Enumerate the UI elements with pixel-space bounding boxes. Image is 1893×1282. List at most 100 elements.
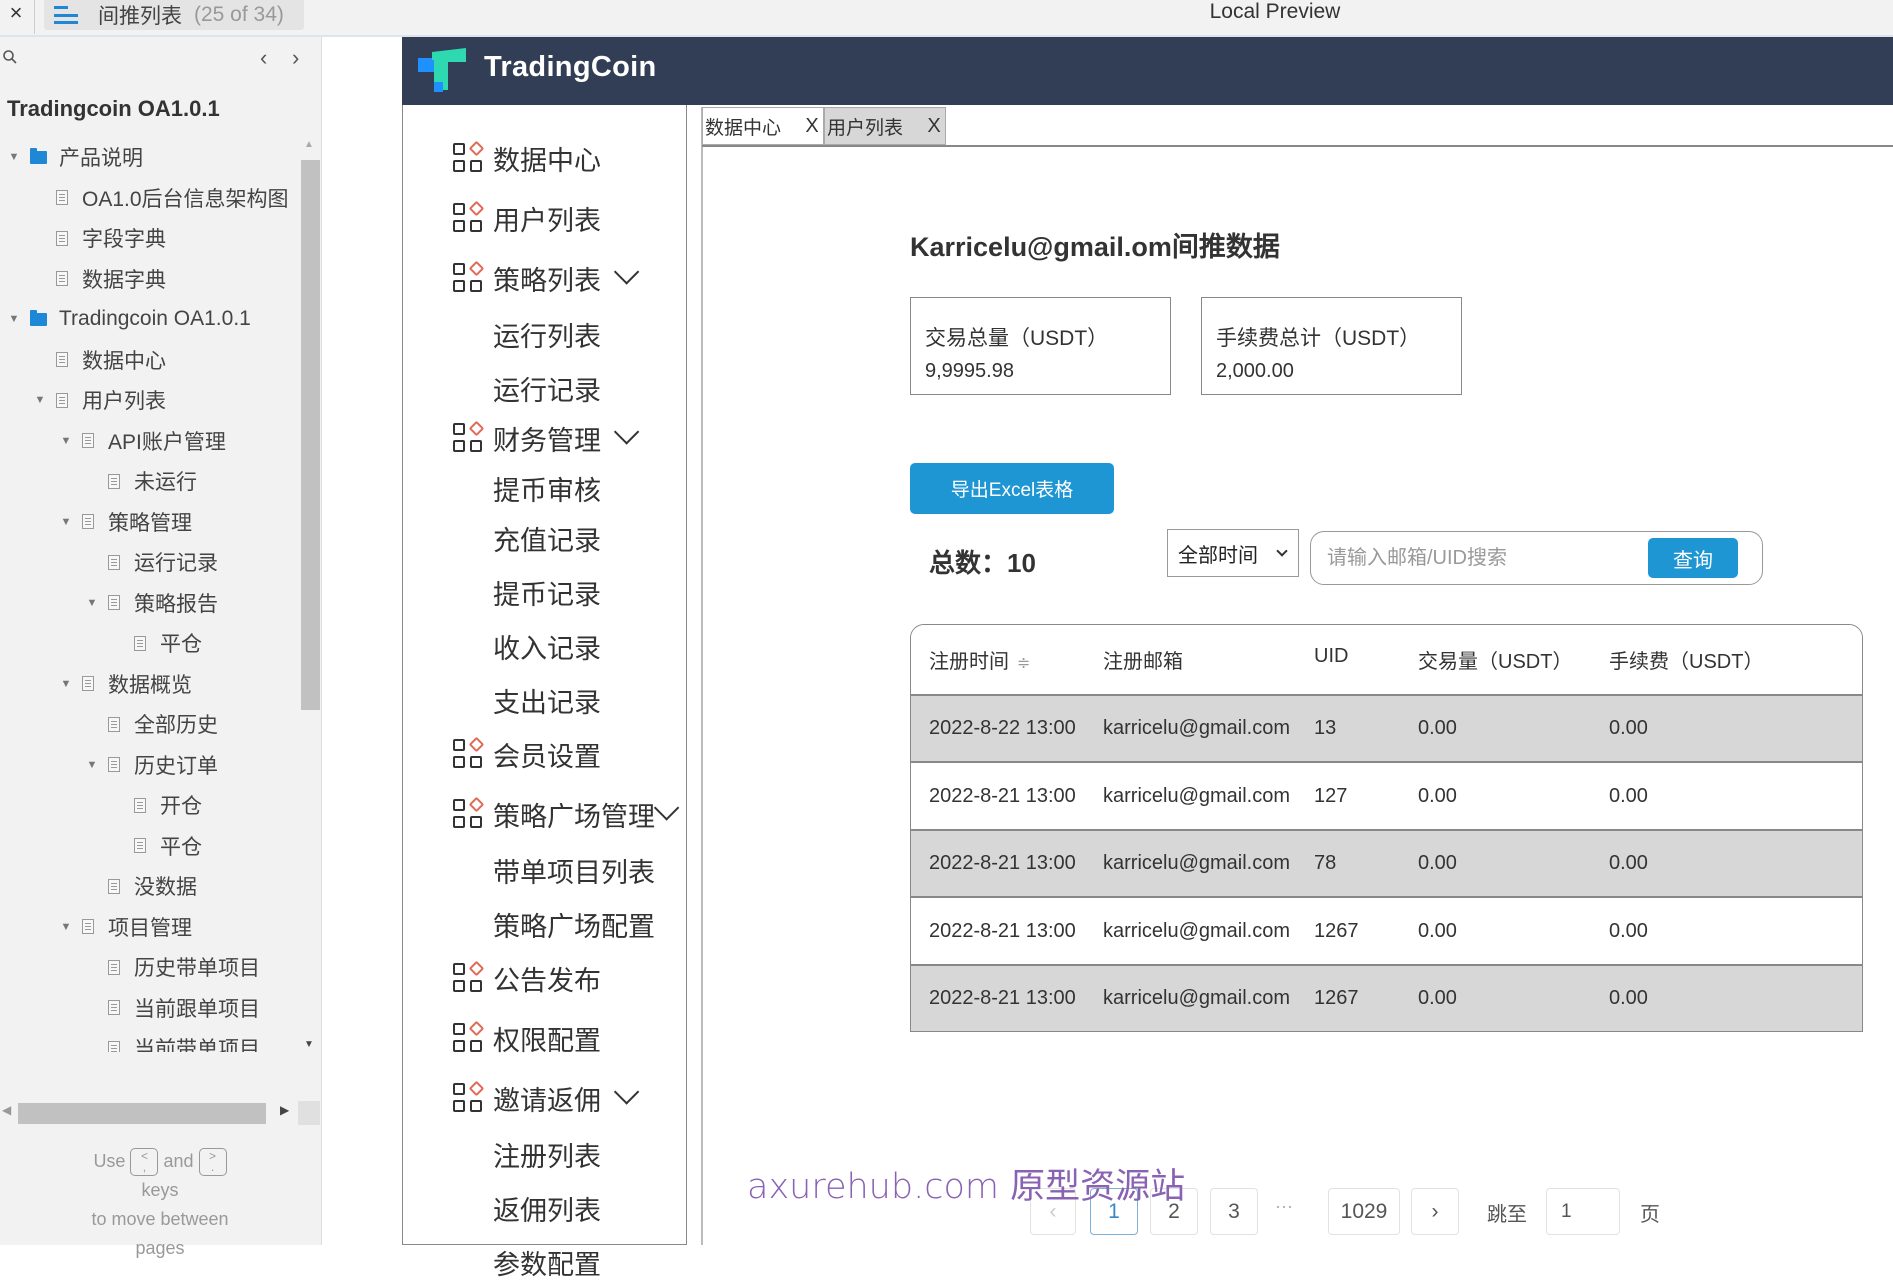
- sidebar-item[interactable]: 充值记录: [453, 519, 601, 558]
- sitemap-item[interactable]: ▼ 策略管理: [60, 502, 192, 542]
- scroll-right-icon[interactable]: ▶: [280, 1103, 289, 1117]
- tab-data-center[interactable]: 数据中心 X: [702, 107, 824, 145]
- sidebar-item[interactable]: 数据中心: [453, 139, 601, 178]
- col-register-time[interactable]: 注册时间 ≑: [929, 645, 1030, 674]
- sidebar-item[interactable]: 运行列表: [453, 315, 601, 354]
- sidebar-item[interactable]: 用户列表: [453, 199, 601, 238]
- scrollbar-corner: [298, 1101, 320, 1125]
- sitemap-item[interactable]: ▼平仓: [112, 826, 202, 866]
- sitemap-item[interactable]: ▼ 用户列表: [34, 380, 166, 420]
- sitemap-item[interactable]: ▼OA1.0后台信息架构图: [34, 178, 289, 218]
- sitemap-item[interactable]: ▼全部历史: [86, 704, 218, 744]
- stat-card-volume: 交易总量（USDT） 9,9995.98: [910, 297, 1171, 395]
- grid-icon: [453, 1080, 485, 1115]
- sitemap-item[interactable]: ▼ 策略报告: [86, 583, 218, 623]
- time-filter-select[interactable]: 全部时间: [1167, 529, 1299, 577]
- sidebar-item[interactable]: 策略列表: [453, 258, 640, 298]
- search-input[interactable]: [1327, 542, 1627, 574]
- page-3-button[interactable]: 3: [1210, 1188, 1258, 1235]
- close-tab-icon[interactable]: X: [923, 115, 945, 138]
- sidebar-item[interactable]: 公告发布: [453, 959, 601, 998]
- sidebar-item[interactable]: 运行记录: [453, 369, 601, 408]
- last-page-button[interactable]: 1029: [1328, 1188, 1400, 1235]
- page-icon: [82, 433, 94, 448]
- expand-arrow-icon[interactable]: ▼: [60, 921, 72, 933]
- expand-arrow-icon[interactable]: ▼: [60, 516, 72, 528]
- sitemap-item[interactable]: ▼数据中心: [34, 340, 166, 380]
- export-excel-button[interactable]: 导出Excel表格: [910, 463, 1114, 514]
- scrollbar-thumb[interactable]: [301, 160, 320, 710]
- chevron-down-icon[interactable]: [613, 258, 640, 285]
- sitemap-item[interactable]: ▼ 产品说明: [8, 137, 143, 177]
- sitemap-item[interactable]: ▼开仓: [112, 785, 202, 825]
- page-selector[interactable]: 间推列表 (25 of 34): [44, 0, 304, 30]
- sitemap-item[interactable]: ▼ 项目管理: [60, 907, 192, 947]
- sitemap-item[interactable]: ▼当前跟单项目: [86, 988, 260, 1028]
- sidebar-item[interactable]: 邀请返佣: [453, 1078, 640, 1118]
- chevron-down-icon[interactable]: [613, 1078, 640, 1105]
- sidebar-item[interactable]: 支出记录: [453, 681, 601, 720]
- sitemap-item[interactable]: ▼字段字典: [34, 218, 166, 258]
- jump-page-input[interactable]: [1546, 1188, 1620, 1235]
- total-count: 总数：10: [929, 548, 1036, 578]
- sitemap-item-label: OA1.0后台信息架构图: [82, 187, 289, 211]
- expand-arrow-icon[interactable]: ▼: [34, 394, 46, 406]
- sidebar-item[interactable]: 收入记录: [453, 627, 601, 666]
- sitemap-item[interactable]: ▼当前带单项目: [86, 1028, 260, 1052]
- sitemap-item[interactable]: ▼数据字典: [34, 259, 166, 299]
- table-cell: 0.00: [1418, 919, 1457, 942]
- expand-arrow-icon[interactable]: ▼: [8, 313, 20, 325]
- close-tab-icon[interactable]: X: [801, 115, 823, 138]
- page-icon: [108, 473, 120, 489]
- page-icon: [134, 635, 146, 651]
- page-icon: [134, 797, 146, 813]
- scroll-down-icon[interactable]: ▼: [304, 1039, 314, 1050]
- sitemap-item[interactable]: ▼ 数据概览: [60, 664, 192, 704]
- sitemap-item[interactable]: ▼历史带单项目: [86, 947, 260, 987]
- sitemap-item[interactable]: ▼平仓: [112, 623, 202, 663]
- next-page-icon[interactable]: ›: [292, 45, 299, 71]
- scroll-left-icon[interactable]: ◀: [2, 1103, 11, 1117]
- expand-arrow-icon[interactable]: ▼: [86, 597, 98, 609]
- sidebar-item[interactable]: 提币记录: [453, 573, 601, 612]
- sort-icon[interactable]: ≑: [1017, 653, 1030, 673]
- expand-arrow-icon[interactable]: ▼: [60, 678, 72, 690]
- sitemap-item-label: 历史带单项目: [134, 957, 260, 980]
- sidebar-item[interactable]: 返佣列表: [453, 1189, 601, 1228]
- sidebar-item[interactable]: 会员设置: [453, 735, 601, 774]
- sidebar-item[interactable]: 提币审核: [453, 469, 601, 508]
- sitemap-item[interactable]: ▼运行记录: [86, 542, 218, 582]
- chevron-down-icon: [1276, 545, 1288, 557]
- horizontal-scrollbar-thumb[interactable]: [18, 1103, 266, 1124]
- sitemap-item[interactable]: ▼ 历史订单: [86, 745, 218, 785]
- close-icon[interactable]: ×: [4, 0, 28, 30]
- expand-arrow-icon[interactable]: ▼: [60, 435, 72, 447]
- expand-arrow-icon[interactable]: ▼: [8, 151, 20, 163]
- tab-user-list[interactable]: 用户列表 X: [824, 107, 946, 145]
- sitemap-item[interactable]: ▼ Tradingcoin OA1.0.1: [8, 299, 251, 339]
- chevron-down-icon[interactable]: [613, 418, 640, 445]
- sitemap-item[interactable]: ▼没数据: [86, 866, 197, 906]
- query-button[interactable]: 查询: [1648, 538, 1738, 578]
- sidebar-item[interactable]: 权限配置: [453, 1019, 601, 1058]
- sidebar-item[interactable]: 策略广场配置: [453, 905, 655, 944]
- referral-table: 注册时间 ≑ 注册邮箱 UID 交易量（USDT） 手续费（USDT） 2022-…: [910, 624, 1863, 1032]
- table-cell: 13: [1314, 717, 1337, 739]
- sidebar-item[interactable]: 参数配置: [453, 1243, 601, 1282]
- sitemap-item[interactable]: ▼ API账户管理: [60, 421, 226, 461]
- sidebar-item[interactable]: 注册列表: [453, 1135, 601, 1174]
- sidebar-item[interactable]: 带单项目列表: [453, 851, 655, 890]
- expand-arrow-icon[interactable]: ▼: [86, 759, 98, 771]
- watermark: axurehub.com 原型资源站: [747, 1167, 1186, 1207]
- chevron-down-icon[interactable]: [653, 794, 680, 821]
- menu-icon: [54, 6, 78, 24]
- table-cell: karricelu@gmail.com: [1103, 919, 1291, 942]
- sidebar-item[interactable]: 策略广场管理: [453, 794, 680, 834]
- page-icon: [108, 878, 120, 894]
- scroll-up-icon[interactable]: ▲: [304, 139, 314, 150]
- search-icon[interactable]: [2, 49, 18, 70]
- prev-page-icon[interactable]: ‹: [260, 45, 267, 71]
- next-page-button[interactable]: ›: [1411, 1188, 1459, 1235]
- sitemap-item[interactable]: ▼未运行: [86, 461, 197, 501]
- sidebar-item[interactable]: 财务管理: [453, 418, 640, 458]
